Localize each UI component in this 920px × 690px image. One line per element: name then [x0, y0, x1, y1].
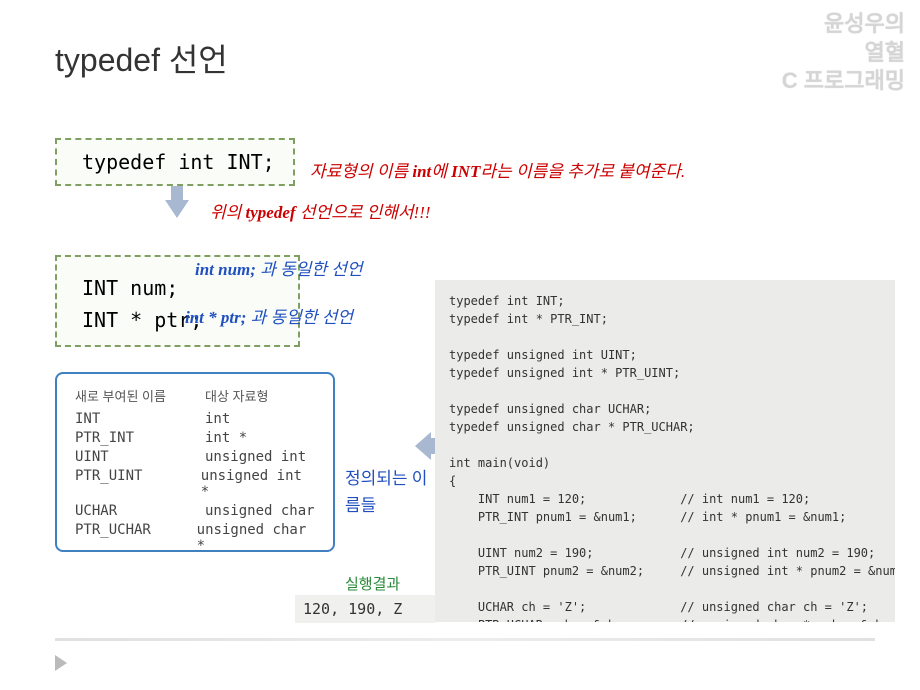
table-row: PTR_INTint *: [75, 430, 315, 446]
label-execution-result: 실행결과: [345, 573, 400, 594]
watermark-line1: 윤성우의: [782, 10, 905, 39]
table-row: PTR_UINTunsigned int *: [75, 468, 315, 500]
watermark: 윤성우의 열혈 C 프로그래밍: [782, 10, 905, 96]
annotation-blue-2: int * ptr; 과 동일한 선언: [185, 305, 415, 331]
typedef-table: 새로 부여된 이름 대상 자료형 INTint PTR_INTint * UIN…: [55, 372, 335, 552]
table-row: UINTunsigned int: [75, 449, 315, 465]
annotation-red-2: 위의 typedef 선언으로 인해서!!!: [210, 200, 480, 226]
annotation-blue-1: int num; 과 동일한 선언: [195, 257, 425, 283]
table-row: INTint: [75, 411, 315, 427]
label-defined-names: 정의되는 이름들: [345, 465, 435, 519]
page-title: typedef 선언: [55, 35, 228, 81]
arrow-down-icon: [165, 200, 189, 218]
typedef-decl-text: typedef int INT;: [82, 150, 275, 174]
divider: [55, 638, 875, 641]
table-header-2: 대상 자료형: [205, 386, 268, 405]
table-header: 새로 부여된 이름 대상 자료형: [75, 386, 315, 405]
annotation-red-1: 자료형의 이름 int에 INT라는 이름을 추가로 붙여준다.: [310, 157, 685, 182]
table-row: UCHARunsigned char: [75, 503, 315, 519]
page-marker-icon: [55, 655, 67, 671]
typedef-declaration-box: typedef int INT;: [55, 138, 295, 186]
watermark-line3: C 프로그래밍: [782, 67, 905, 96]
watermark-line2: 열혈: [782, 39, 905, 68]
execution-result: 120, 190, Z: [295, 595, 435, 623]
table-row: PTR_UCHARunsigned char *: [75, 522, 315, 554]
code-block: typedef int INT; typedef int * PTR_INT; …: [435, 280, 895, 622]
table-header-1: 새로 부여된 이름: [75, 386, 205, 405]
